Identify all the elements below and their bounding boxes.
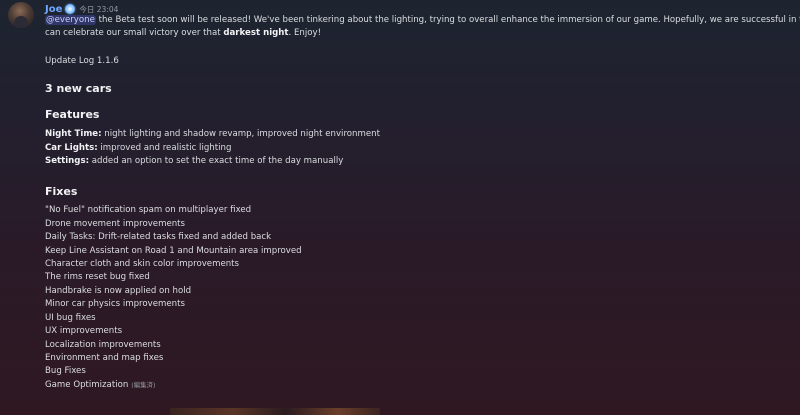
fixes-heading: Fixes (45, 185, 78, 199)
intro-text-1: the Beta test soon will be released! We'… (95, 15, 800, 25)
message-content: @everyone the Beta test soon will be rel… (45, 14, 800, 392)
intro-line-2: can celebrate our small victory over tha… (45, 27, 793, 40)
fix-item: UI bug fixes (45, 312, 96, 323)
avatar[interactable] (8, 2, 34, 28)
fix-item: Character cloth and skin color improveme… (45, 259, 240, 270)
update-log-title: Update Log 1.1.6 (45, 55, 119, 66)
intro-line-1: @everyone the Beta test soon will be rel… (45, 14, 800, 27)
feature-item: Night Time: night lighting and shadow re… (45, 128, 793, 141)
fix-item: The rims reset bug fixed (45, 272, 150, 283)
feature-text: added an option to set the exact time of… (89, 156, 344, 167)
intro-text-2: can celebrate our small victory over tha… (45, 28, 224, 39)
feature-item: Settings: added an option to set the exa… (45, 155, 793, 168)
darkest-night-bold: darkest night (223, 28, 289, 39)
feature-label: Settings: (45, 156, 90, 167)
username[interactable]: Joe (45, 4, 62, 15)
verified-badge-icon (65, 4, 76, 14)
fix-item: Daily Tasks: Drift-related tasks fixed a… (45, 232, 272, 243)
fix-item-last: Game Optimization (編集済) (45, 379, 793, 392)
feature-label: Night Time: (45, 129, 102, 140)
fix-item: Localization improvements (45, 339, 161, 350)
feature-label: Car Lights: (45, 142, 98, 153)
edited-label: (編集済) (131, 380, 156, 389)
features-heading: Features (45, 108, 100, 122)
fix-item: Keep Line Assistant on Road 1 and Mounta… (45, 245, 302, 256)
fix-item: Game Optimization (45, 379, 129, 390)
fix-item: Minor car physics improvements (45, 299, 185, 310)
timestamp[interactable]: 今日 23:04 (79, 4, 118, 15)
fix-item: Drone movement improvements (45, 218, 186, 229)
fix-item: "No Fuel" notification spam on multiplay… (45, 205, 252, 216)
everyone-mention[interactable]: @everyone (45, 15, 96, 25)
feature-text: night lighting and shadow revamp, improv… (101, 129, 380, 140)
intro-text-3: . Enjoy! (288, 28, 322, 39)
fix-item: Bug Fixes (45, 366, 86, 377)
feature-text: improved and realistic lighting (97, 142, 232, 153)
fix-item: Environment and map fixes (45, 352, 164, 363)
feature-item: Car Lights: improved and realistic light… (45, 142, 793, 155)
fix-item: UX improvements (45, 326, 123, 337)
attached-image[interactable] (170, 408, 380, 415)
new-cars-heading: 3 new cars (45, 82, 112, 96)
fix-item: Handbrake is now applied on hold (45, 285, 192, 296)
